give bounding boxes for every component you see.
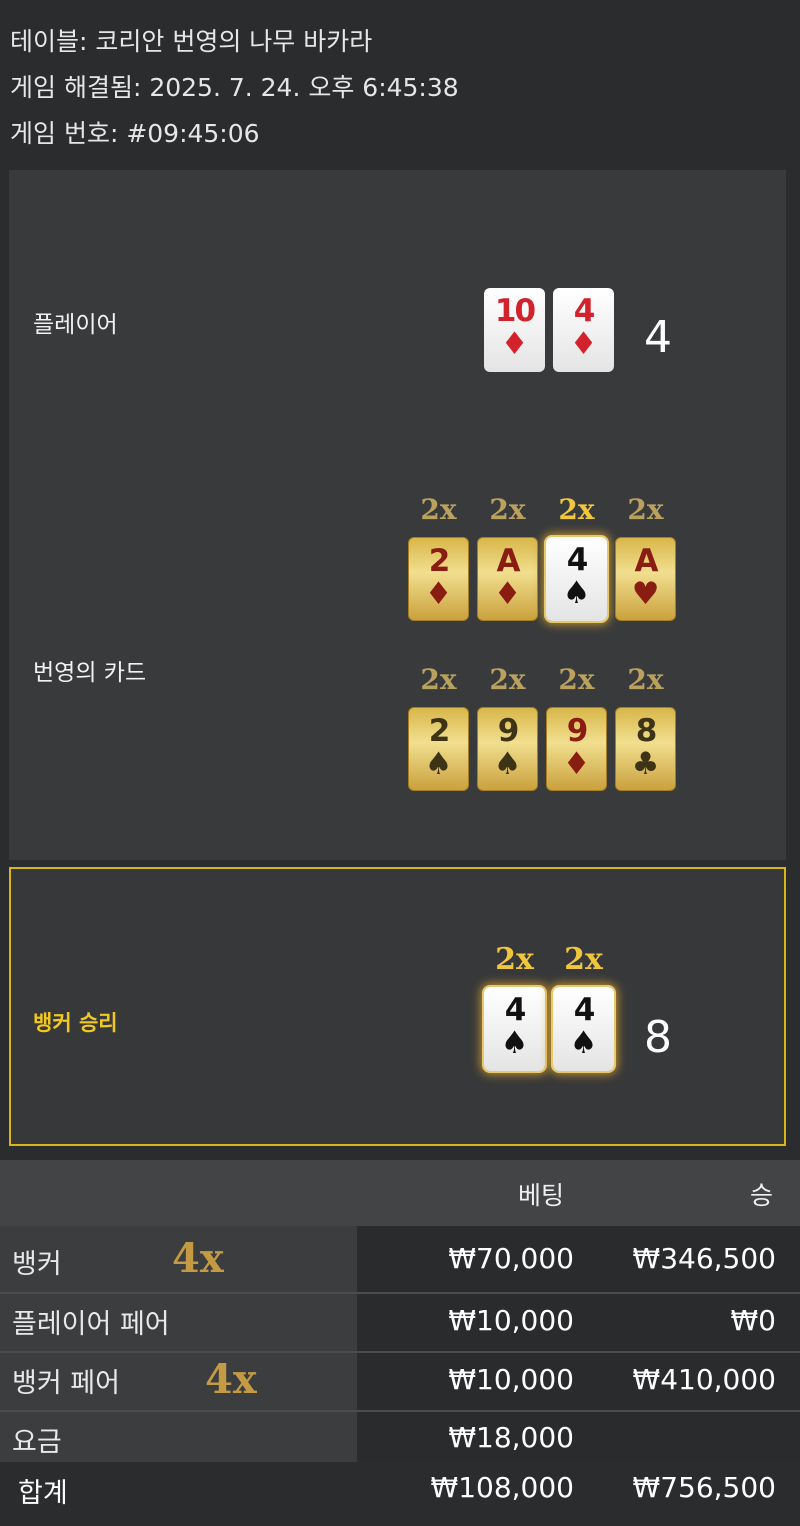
diamond-icon: ♦ <box>424 576 453 612</box>
win-column-header: 승 <box>750 1181 774 1210</box>
card-rank: 4 <box>566 542 589 578</box>
bet-type-label: 뱅커 페어 <box>12 1368 120 1399</box>
prosperity-card-7: 9 ♦ <box>546 707 607 791</box>
diamond-icon: ♦ <box>562 746 591 782</box>
banker-score: 8 <box>644 1012 672 1063</box>
win-amount: ₩410,000 <box>632 1363 776 1396</box>
card-multiplier: 2x <box>420 663 457 696</box>
bet-type-label: 요금 <box>12 1427 62 1458</box>
win-amount: ₩346,500 <box>632 1242 776 1275</box>
bet-amount: ₩18,000 <box>448 1421 574 1454</box>
table-row: 뱅커 페어 4x ₩10,000 ₩410,000 <box>0 1353 800 1410</box>
bet-amount: ₩10,000 <box>448 1304 574 1337</box>
card-rank: 2 <box>428 543 451 579</box>
bet-type-label: 뱅커 <box>12 1249 62 1280</box>
card-multiplier: 2x <box>558 663 595 696</box>
total-bet-amount: ₩108,000 <box>430 1471 574 1504</box>
prosperity-card-6: 9 ♠ <box>477 707 538 791</box>
banker-winner-box <box>9 867 786 1146</box>
banker-win-label: 뱅커 승리 <box>33 1011 118 1035</box>
bets-table-header <box>0 1160 800 1226</box>
total-label: 합계 <box>18 1478 68 1509</box>
player-card-2: 4 ♦ <box>553 288 614 372</box>
card-multiplier: 2x <box>558 493 595 526</box>
card-rank: 4 <box>504 992 527 1028</box>
spade-icon: ♠ <box>569 1025 598 1061</box>
spade-icon: ♠ <box>493 746 522 782</box>
total-win-amount: ₩756,500 <box>632 1471 776 1504</box>
banker-card-1: 4 ♠ <box>484 987 545 1071</box>
spade-icon: ♠ <box>500 1025 529 1061</box>
card-rank: A <box>496 543 521 579</box>
total-row: 합계 ₩108,000 ₩756,500 <box>0 1462 800 1526</box>
banker-card-2: 4 ♠ <box>553 987 614 1071</box>
diamond-icon: ♦ <box>493 576 522 612</box>
spade-icon: ♠ <box>562 575 591 611</box>
card-multiplier: 2x <box>420 493 457 526</box>
card-rank: 9 <box>497 713 520 749</box>
bet-multiplier: 4x <box>172 1235 224 1282</box>
card-rank: A <box>634 543 659 579</box>
club-icon: ♣ <box>631 746 660 782</box>
game-resolved-time: 게임 해결됨: 2025. 7. 24. 오후 6:45:38 <box>10 73 459 102</box>
prosperity-card-8: 8 ♣ <box>615 707 676 791</box>
bet-amount: ₩10,000 <box>448 1363 574 1396</box>
table-name: 테이블: 코리안 번영의 나무 바카라 <box>10 27 373 56</box>
player-label: 플레이어 <box>33 312 118 338</box>
card-rank: 8 <box>635 713 658 749</box>
bet-column-header: 베팅 <box>518 1181 565 1210</box>
card-multiplier: 2x <box>564 942 603 977</box>
game-number: 게임 번호: #09:45:06 <box>10 119 260 148</box>
card-rank: 9 <box>566 713 589 749</box>
player-score: 4 <box>644 312 672 363</box>
table-row: 뱅커 4x ₩70,000 ₩346,500 <box>0 1226 800 1292</box>
player-card-1: 10 ♦ <box>484 288 545 372</box>
spade-icon: ♠ <box>424 746 453 782</box>
diamond-icon: ♦ <box>569 326 598 362</box>
card-multiplier: 2x <box>495 942 534 977</box>
card-rank: 2 <box>428 713 451 749</box>
bet-type-label: 플레이어 페어 <box>12 1309 170 1340</box>
prosperity-card-5: 2 ♠ <box>408 707 469 791</box>
bet-amount: ₩70,000 <box>448 1242 574 1275</box>
card-rank: 4 <box>573 992 596 1028</box>
card-rank: 4 <box>573 293 596 329</box>
win-amount: ₩0 <box>730 1304 777 1337</box>
card-rank: 10 <box>494 293 536 329</box>
card-multiplier: 2x <box>627 493 664 526</box>
prosperity-card-1: 2 ♦ <box>408 537 469 621</box>
prosperity-card-4: A ♥ <box>615 537 676 621</box>
heart-icon: ♥ <box>631 576 660 612</box>
prosperity-label: 번영의 카드 <box>33 660 147 686</box>
card-multiplier: 2x <box>489 493 526 526</box>
prosperity-card-2: A ♦ <box>477 537 538 621</box>
table-row: 플레이어 페어 ₩10,000 ₩0 <box>0 1294 800 1351</box>
diamond-icon: ♦ <box>500 326 529 362</box>
card-multiplier: 2x <box>627 663 664 696</box>
table-row: 요금 ₩18,000 <box>0 1412 800 1462</box>
bet-multiplier: 4x <box>205 1356 257 1403</box>
prosperity-card-3-matched: 4 ♠ <box>546 537 607 621</box>
card-multiplier: 2x <box>489 663 526 696</box>
